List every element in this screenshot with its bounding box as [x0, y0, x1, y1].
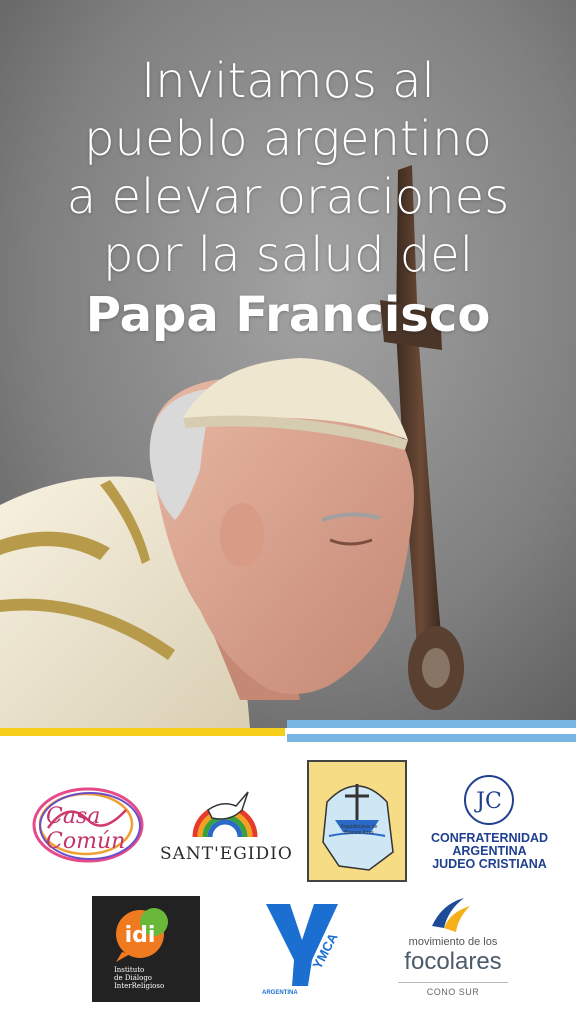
idi-text: Instituto de Diálogo InterReligioso	[114, 966, 164, 990]
focolares-swoosh-icon	[432, 898, 470, 932]
flag-stripe-blue-top	[287, 720, 576, 728]
ymca-sub: ARGENTINA	[262, 990, 298, 996]
flag-stripe-yellow	[0, 728, 285, 736]
headline-line-2: pueblo argentino	[84, 111, 492, 167]
idi-logo: idi Instituto de Diálogo InterReligioso	[92, 896, 200, 1002]
headline-line-1: Invitamos al	[141, 53, 435, 109]
poster: Invitamos al pueblo argentino a elevar o…	[0, 0, 576, 1024]
focolares-sub: CONO SUR	[426, 987, 480, 997]
santegidio-logo: SANT'EGIDIO	[160, 782, 293, 872]
confraternidad-monogram-icon: JC	[464, 775, 514, 825]
headline-line-3: a elevar oraciones	[66, 169, 510, 225]
idi-line-1: Instituto	[114, 966, 145, 974]
ymca-y-icon: YMCA	[266, 904, 341, 986]
focolares-line-2: focolares	[404, 948, 502, 975]
focolares-divider	[398, 982, 508, 983]
headline-line-5: Papa Francisco	[85, 287, 491, 343]
arquidiocesis-logo: Arquidiócesis de Buenos Aires	[307, 760, 407, 882]
speech-bubble-icon: idi	[116, 908, 168, 962]
confraternidad-logo: JC CONFRATERNIDAD ARGENTINA JUDEO CRISTI…	[422, 772, 557, 872]
casa-comun-logo: Casa Común	[28, 780, 148, 870]
confraternidad-line-3: JUDEO CRISTIANA	[432, 857, 547, 871]
confraternidad-text: CONFRATERNIDAD ARGENTINA JUDEO CRISTIANA	[422, 832, 557, 871]
idi-line-2: de Diálogo	[114, 974, 153, 982]
santegidio-text: SANT'EGIDIO	[160, 844, 293, 864]
idi-mark: idi	[125, 923, 156, 948]
boat-cross-icon	[322, 784, 394, 871]
headline-line-4: por la salud del	[102, 227, 474, 283]
casa-comun-text: Casa Común	[46, 804, 126, 854]
svg-text:JC: JC	[474, 789, 502, 814]
focolares-logo: movimiento de los focolares CONO SUR	[398, 896, 508, 1002]
pope-photo: Invitamos al pueblo argentino a elevar o…	[0, 0, 576, 728]
dove-rainbow-icon	[192, 791, 258, 838]
idi-line-3: InterReligioso	[114, 982, 165, 990]
headline: Invitamos al pueblo argentino a elevar o…	[0, 52, 576, 344]
focolares-line-1: movimiento de los	[408, 936, 498, 948]
flag-stripe-blue-bottom	[287, 734, 576, 742]
arquidiocesis-label: Arquidiócesis de Buenos Aires	[340, 824, 378, 836]
ymca-logo: YMCA ARGENTINA	[262, 900, 342, 1000]
